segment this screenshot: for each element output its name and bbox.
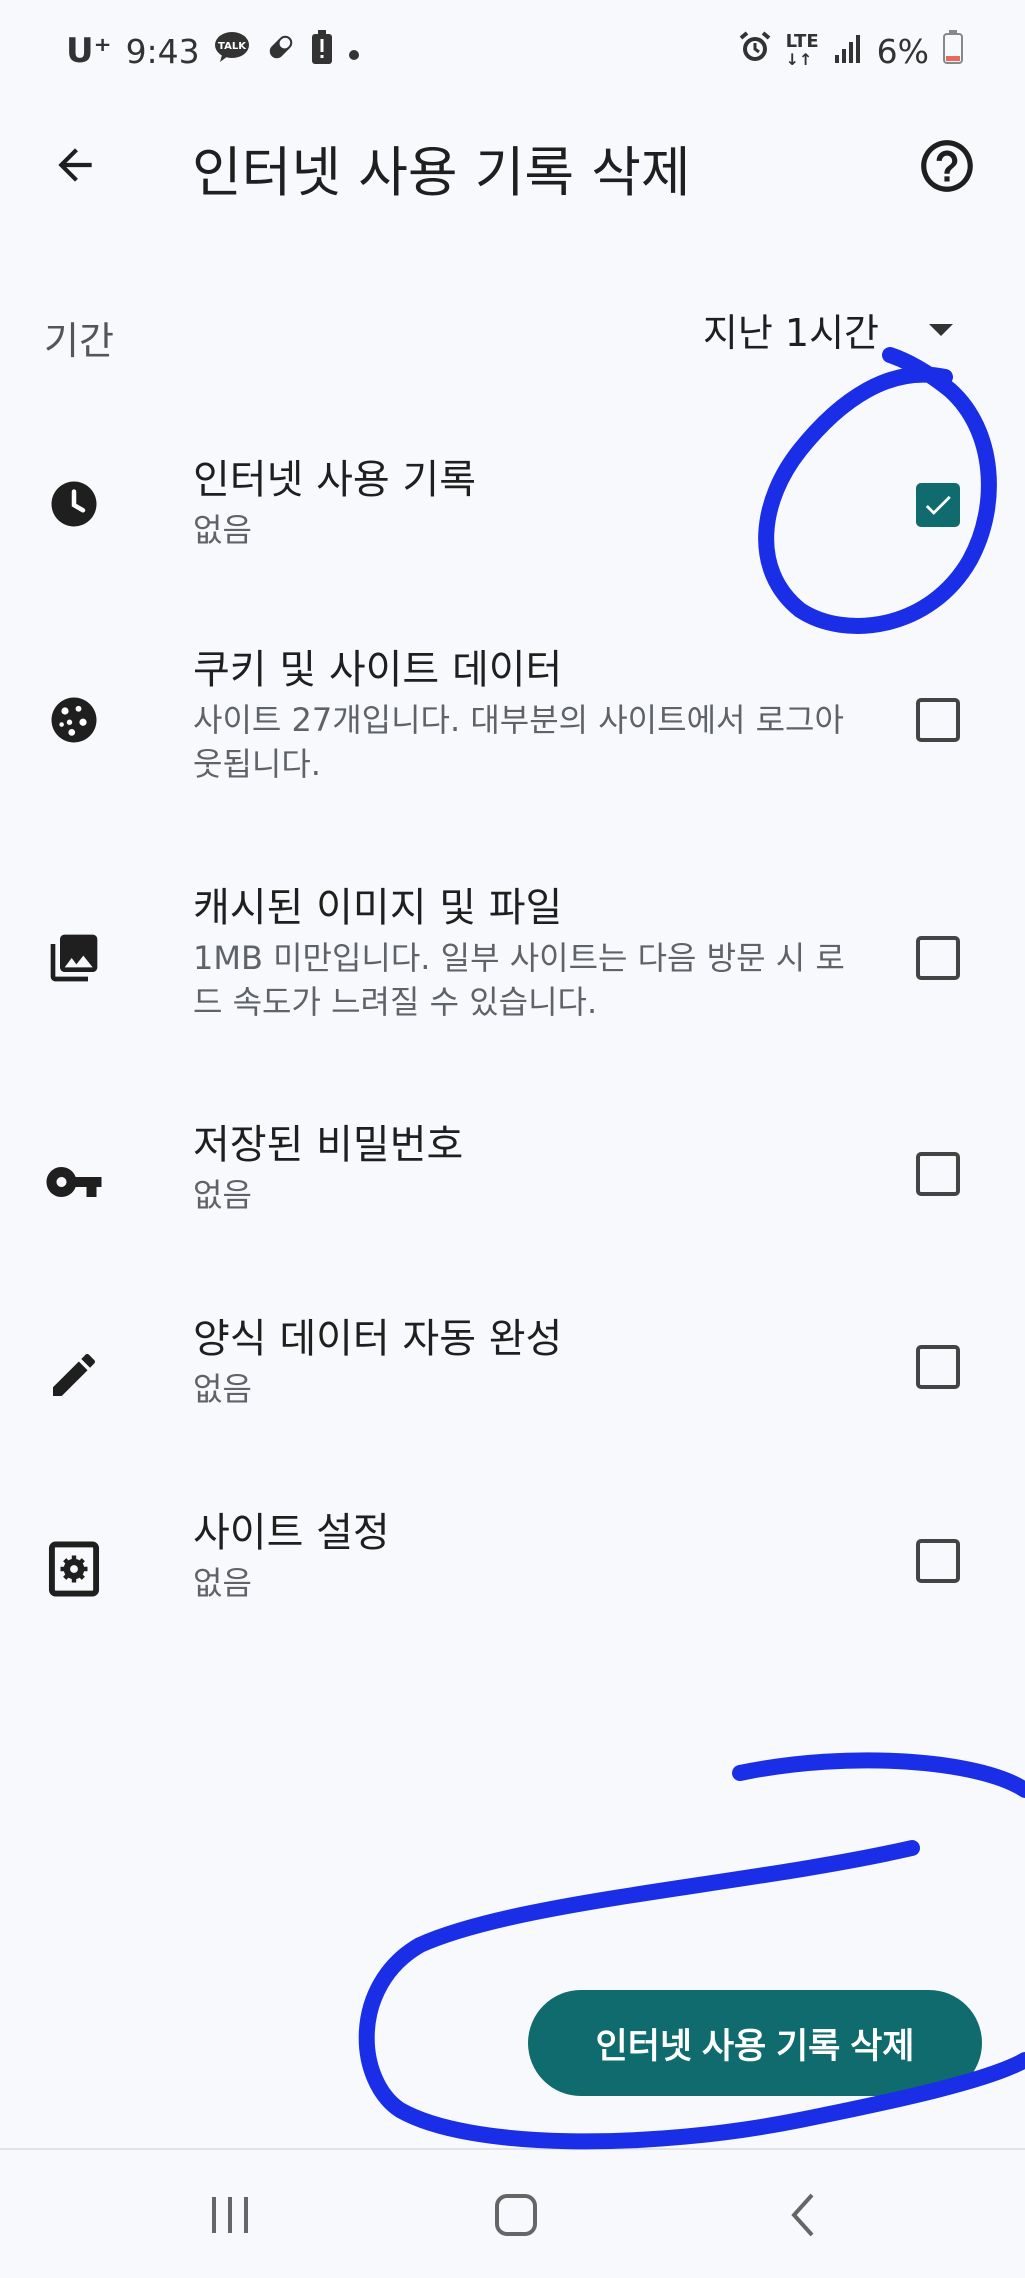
option-checkbox[interactable] xyxy=(916,1152,960,1196)
period-row: 기간 지난 1시간 xyxy=(0,290,1025,380)
back-button[interactable] xyxy=(40,130,110,200)
option-checkbox[interactable] xyxy=(916,483,960,527)
talk-icon-label: TALK xyxy=(218,41,247,52)
option-checkbox[interactable] xyxy=(916,1345,960,1389)
pill-icon xyxy=(264,30,298,72)
help-circle-icon xyxy=(921,140,973,192)
option-text: 사이트 설정 없음 xyxy=(193,1507,853,1605)
dot-icon xyxy=(346,32,362,71)
status-time: 9:43 xyxy=(125,31,200,71)
network-label: LTE xyxy=(785,31,819,52)
option-cookies[interactable]: 쿠키 및 사이트 데이터 사이트 27개입니다. 대부분의 사이트에서 로그아웃… xyxy=(0,630,1025,820)
option-title: 쿠키 및 사이트 데이터 xyxy=(193,647,563,693)
recents-icon xyxy=(212,2197,248,2233)
check-icon xyxy=(925,495,951,515)
dropdown-arrow-icon xyxy=(929,323,953,336)
option-title: 저장된 비밀번호 xyxy=(193,1122,464,1168)
nav-bar xyxy=(0,2150,1025,2278)
battery-icon xyxy=(943,30,963,72)
option-text: 저장된 비밀번호 없음 xyxy=(193,1119,853,1217)
option-checkbox[interactable] xyxy=(916,1539,960,1583)
home-icon xyxy=(495,2194,537,2236)
alarm-icon xyxy=(738,30,772,72)
option-cached-images[interactable]: 캐시된 이미지 및 파일 1MB 미만입니다. 일부 사이트는 다음 방문 시 … xyxy=(0,868,1025,1058)
status-right: LTE ↓↑ 6% xyxy=(738,30,963,72)
option-saved-passwords[interactable]: 저장된 비밀번호 없음 xyxy=(0,1110,1025,1260)
clock-icon xyxy=(44,474,104,534)
option-checkbox[interactable] xyxy=(916,936,960,980)
option-checkbox[interactable] xyxy=(916,698,960,742)
battery-alert-icon xyxy=(311,30,332,72)
clear-data-button[interactable]: 인터넷 사용 기록 삭제 xyxy=(528,1990,982,2096)
option-title: 양식 데이터 자동 완성 xyxy=(193,1316,563,1362)
cookie-icon xyxy=(44,690,104,750)
option-site-settings[interactable]: 사이트 설정 없음 xyxy=(0,1497,1025,1647)
site-settings-icon xyxy=(44,1539,104,1599)
lte-icon: LTE ↓↑ xyxy=(785,31,819,69)
option-autofill[interactable]: 양식 데이터 자동 완성 없음 xyxy=(0,1303,1025,1453)
option-title: 인터넷 사용 기록 xyxy=(193,457,477,503)
option-browsing-history[interactable]: 인터넷 사용 기록 없음 xyxy=(0,430,1025,580)
signal-icon xyxy=(833,32,863,71)
battery-percent: 6% xyxy=(876,31,929,71)
option-subtitle: 없음 xyxy=(193,1370,252,1408)
home-button[interactable] xyxy=(476,2180,556,2250)
option-text: 양식 데이터 자동 완성 없음 xyxy=(193,1313,853,1411)
app-bar: 인터넷 사용 기록 삭제 xyxy=(0,110,1025,220)
image-icon xyxy=(44,928,104,988)
status-left: U⁺ 9:43 TALK xyxy=(66,30,362,72)
period-value: 지난 1시간 xyxy=(702,311,879,355)
talk-icon: TALK xyxy=(214,31,250,71)
recents-button[interactable] xyxy=(190,2180,270,2250)
option-subtitle: 사이트 27개입니다. 대부분의 사이트에서 로그아웃됩니다. xyxy=(193,701,844,783)
option-subtitle: 없음 xyxy=(193,511,252,549)
system-back-button[interactable] xyxy=(764,2180,844,2250)
key-icon xyxy=(44,1152,104,1212)
option-text: 인터넷 사용 기록 없음 xyxy=(193,454,853,552)
option-text: 캐시된 이미지 및 파일 1MB 미만입니다. 일부 사이트는 다음 방문 시 … xyxy=(193,882,853,1024)
carrier-label: U⁺ xyxy=(66,31,112,71)
option-text: 쿠키 및 사이트 데이터 사이트 27개입니다. 대부분의 사이트에서 로그아웃… xyxy=(193,644,853,786)
status-bar: U⁺ 9:43 TALK LTE ↓↑ 6% xyxy=(0,0,1025,110)
help-button[interactable] xyxy=(909,128,985,204)
arrow-left-icon xyxy=(58,148,92,182)
pencil-icon xyxy=(44,1345,104,1405)
back-icon xyxy=(791,2193,814,2237)
page-title: 인터넷 사용 기록 삭제 xyxy=(192,141,691,204)
period-dropdown[interactable]: 지난 1시간 xyxy=(703,302,955,357)
option-title: 사이트 설정 xyxy=(193,1510,390,1556)
option-subtitle: 1MB 미만입니다. 일부 사이트는 다음 방문 시 로드 속도가 느려질 수 … xyxy=(193,939,845,1021)
period-label: 기간 xyxy=(44,319,114,363)
option-subtitle: 없음 xyxy=(193,1564,252,1602)
option-title: 캐시된 이미지 및 파일 xyxy=(193,885,563,931)
option-subtitle: 없음 xyxy=(193,1176,252,1214)
